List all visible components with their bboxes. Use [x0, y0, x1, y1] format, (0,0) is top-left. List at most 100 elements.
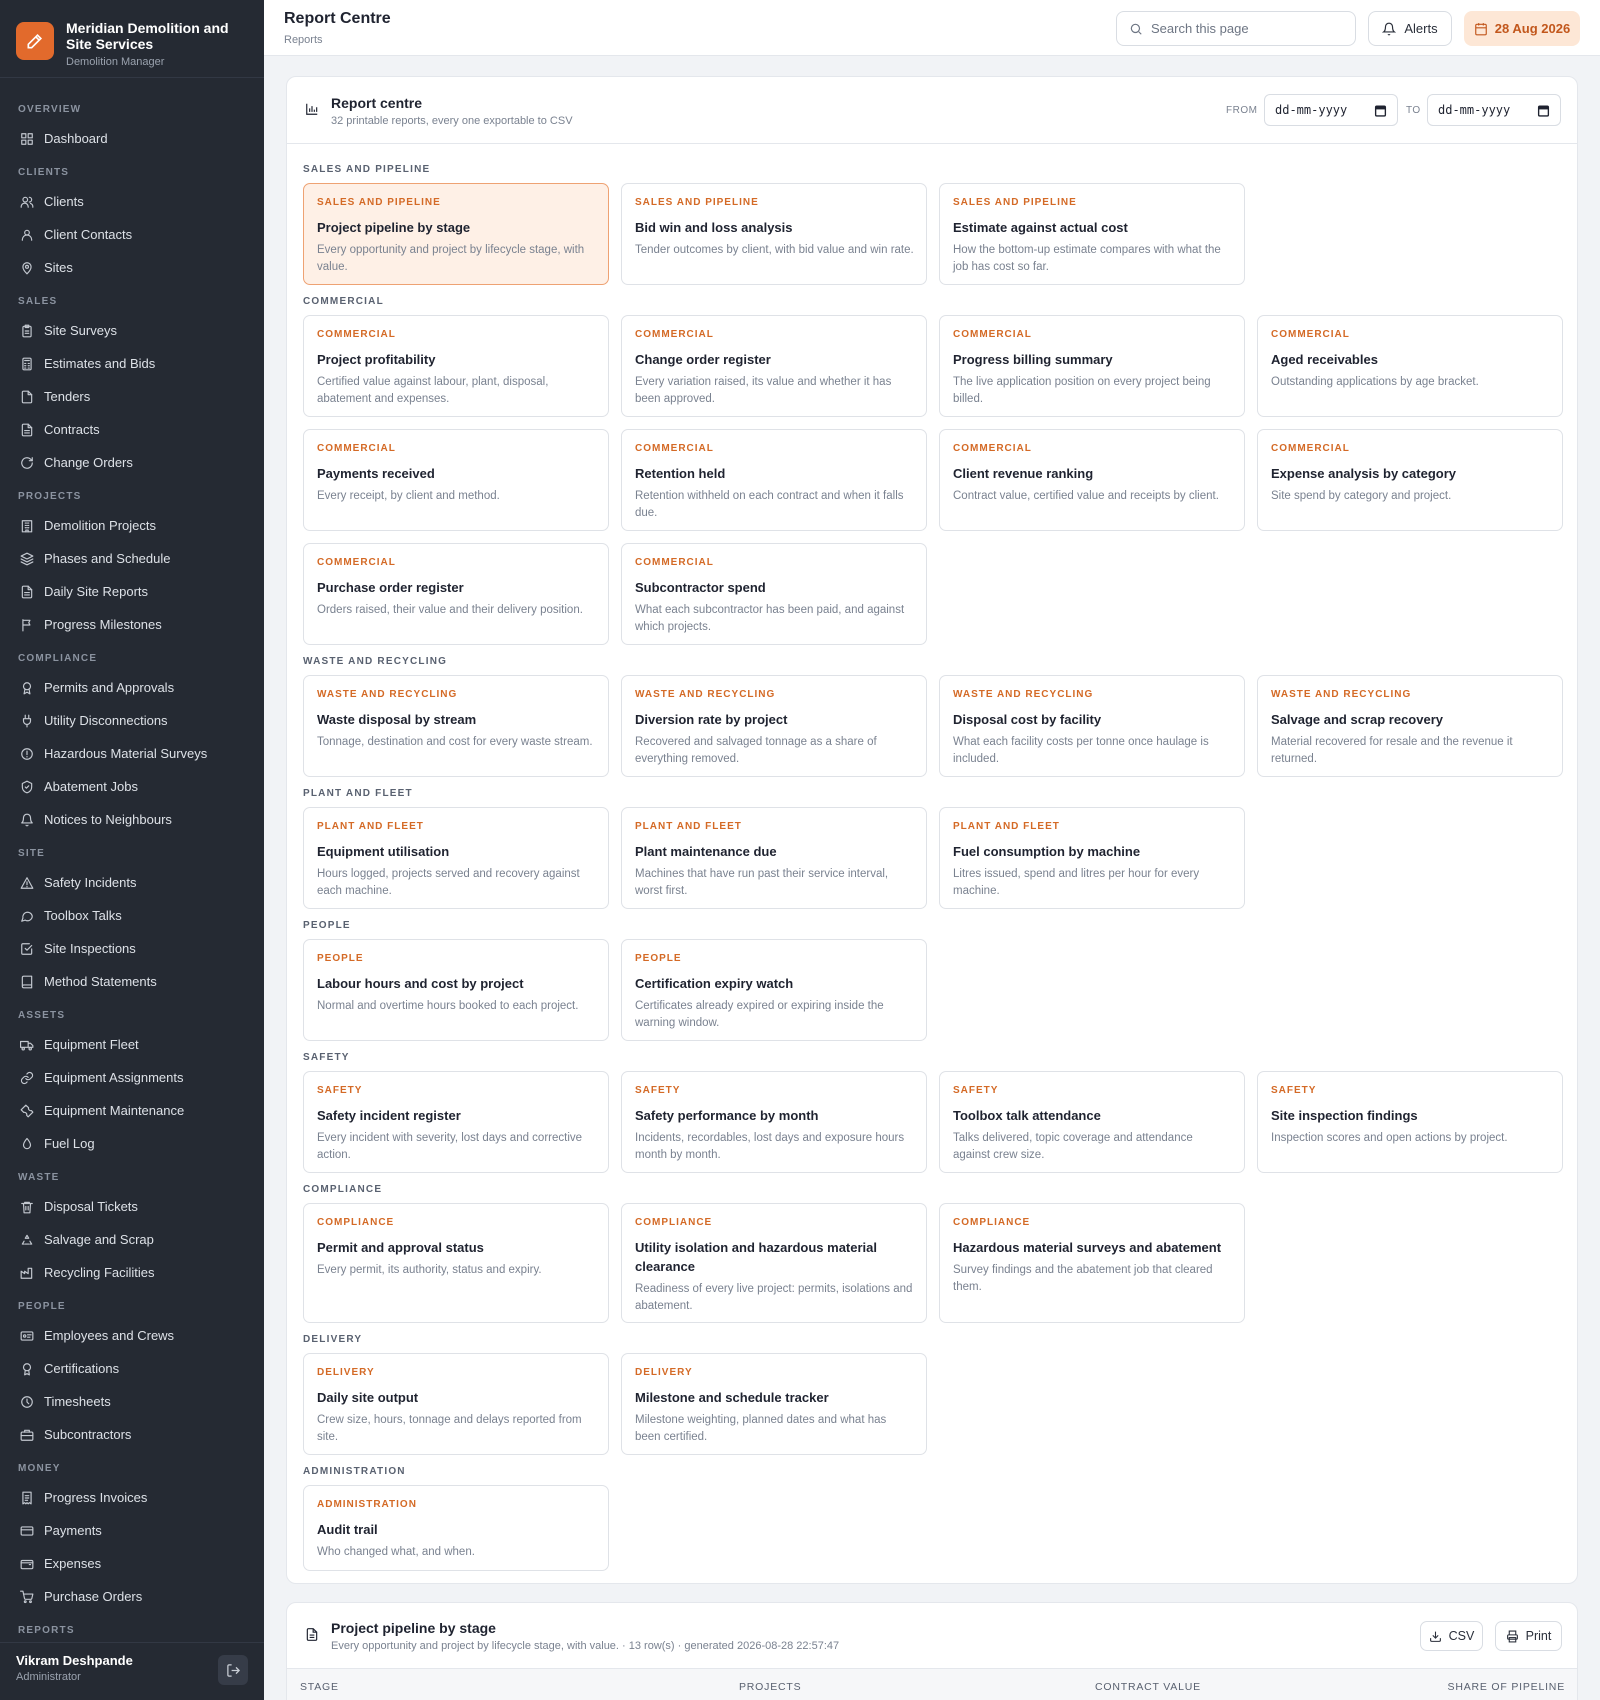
report-card-audit-trail[interactable]: ADMINISTRATION Audit trail Who changed wha… [303, 1485, 609, 1571]
report-card-certification-expiry-watch[interactable]: PEOPLE Certification expiry watch Certific… [621, 939, 927, 1041]
layers-icon [20, 552, 34, 565]
sidebar-item-label: Demolition Projects [44, 518, 156, 533]
sidebar-item-site-surveys[interactable]: Site Surveys [0, 314, 264, 347]
sidebar-item-sites[interactable]: Sites [0, 251, 264, 284]
report-card-permit-and-approval-status[interactable]: COMPLIANCE Permit and approval status Ever… [303, 1203, 609, 1323]
droplet-icon [22, 1137, 32, 1149]
report-card-expense-analysis-by-category[interactable]: COMMERCIAL Expense analysis by category Si… [1257, 429, 1563, 531]
report-card-payments-received[interactable]: COMMERCIAL Payments received Every receipt… [303, 429, 609, 531]
csv-button[interactable]: CSV [1420, 1621, 1483, 1651]
report-card-fuel-consumption-by-machine[interactable]: PLANT AND FLEET Fuel consumption by machi… [939, 807, 1245, 909]
sidebar-item-notices-to-neighbours[interactable]: Notices to Neighbours [0, 803, 264, 836]
sidebar-item-payments[interactable]: Payments [0, 1514, 264, 1547]
report-card-labour-hours-and-cost-by-project[interactable]: PEOPLE Labour hours and cost by project No… [303, 939, 609, 1041]
report-card-aged-receivables[interactable]: COMMERCIAL Aged receivables Outstanding ap… [1257, 315, 1563, 417]
report-section-commercial: COMMERCIAL COMMERCIAL Project profitabilit… [303, 295, 1563, 645]
report-card-site-inspection-findings[interactable]: SAFETY Site inspection findings Inspection… [1257, 1071, 1563, 1173]
sidebar-item-change-orders[interactable]: Change Orders [0, 446, 264, 479]
print-button[interactable]: Print [1495, 1621, 1562, 1651]
sidebar-item-equipment-fleet[interactable]: Equipment Fleet [0, 1028, 264, 1061]
search-input[interactable]: Search this page [1116, 11, 1356, 46]
sidebar-item-equipment-assignments[interactable]: Equipment Assignments [0, 1061, 264, 1094]
sidebar-item-abatement-jobs[interactable]: Abatement Jobs [0, 770, 264, 803]
report-title: Estimate against actual cost [953, 220, 1128, 235]
briefcase-icon [20, 1429, 34, 1441]
sidebar-item-progress-milestones[interactable]: Progress Milestones [0, 608, 264, 641]
calendar-icon[interactable] [1374, 104, 1387, 117]
report-card-plant-maintenance-due[interactable]: PLANT AND FLEET Plant maintenance due Mach… [621, 807, 927, 909]
sidebar-item-clients[interactable]: Clients [0, 185, 264, 218]
report-card-safety-incident-register[interactable]: SAFETY Safety incident register Every inci… [303, 1071, 609, 1173]
sidebar-item-phases-and-schedule[interactable]: Phases and Schedule [0, 542, 264, 575]
report-card-change-order-register[interactable]: COMMERCIAL Change order register Every var… [621, 315, 927, 417]
sidebar-item-safety-incidents[interactable]: Safety Incidents [0, 866, 264, 899]
report-title: Progress billing summary [953, 352, 1113, 367]
sidebar-item-fuel-log[interactable]: Fuel Log [0, 1127, 264, 1160]
breadcrumb[interactable]: Reports [284, 34, 323, 46]
sidebar-item-certifications[interactable]: Certifications [0, 1352, 264, 1385]
report-card-project-profitability[interactable]: COMMERCIAL Project profitability Certified… [303, 315, 609, 417]
sidebar-item-label: Disposal Tickets [44, 1199, 138, 1214]
report-card-utility-isolation-and-hazardous-material-clearance[interactable]: COMPLIANCE Utility isolation and hazardou… [621, 1203, 927, 1323]
file-text-icon [21, 423, 33, 436]
sidebar-item-subcontractors[interactable]: Subcontractors [0, 1418, 264, 1451]
sidebar-item-daily-site-reports[interactable]: Daily Site Reports [0, 575, 264, 608]
report-card-equipment-utilisation[interactable]: PLANT AND FLEET Equipment utilisation Hour… [303, 807, 609, 909]
report-card-safety-performance-by-month[interactable]: SAFETY Safety performance by month Inciden… [621, 1071, 927, 1173]
sidebar-item-hazardous-material-surveys[interactable]: Hazardous Material Surveys [0, 737, 264, 770]
sidebar-item-equipment-maintenance[interactable]: Equipment Maintenance [0, 1094, 264, 1127]
sidebar-item-timesheets[interactable]: Timesheets [0, 1385, 264, 1418]
report-card-salvage-and-scrap-recovery[interactable]: WASTE AND RECYCLING Salvage and scrap rec… [1257, 675, 1563, 777]
sidebar-item-utility-disconnections[interactable]: Utility Disconnections [0, 704, 264, 737]
sidebar-item-progress-invoices[interactable]: Progress Invoices [0, 1481, 264, 1514]
report-card-purchase-order-register[interactable]: COMMERCIAL Purchase order register Orders … [303, 543, 609, 645]
sidebar-item-permits-and-approvals[interactable]: Permits and Approvals [0, 671, 264, 704]
to-date-input[interactable]: dd-mm-yyyy [1427, 94, 1561, 126]
map-pin-icon [22, 261, 32, 274]
calendar-icon[interactable] [1537, 104, 1550, 117]
sidebar-item-client-contacts[interactable]: Client Contacts [0, 218, 264, 251]
sidebar-item-demolition-projects[interactable]: Demolition Projects [0, 509, 264, 542]
report-title: Client revenue ranking [953, 466, 1094, 481]
column-header-share-of-pipeline: SHARE OF PIPELINE [1447, 1681, 1565, 1693]
report-card-retention-held[interactable]: COMMERCIAL Retention held Retention withhe… [621, 429, 927, 531]
sidebar-item-purchase-orders[interactable]: Purchase Orders [0, 1580, 264, 1613]
report-description: Site spend by category and project. [1271, 490, 1452, 502]
sidebar-item-site-inspections[interactable]: Site Inspections [0, 932, 264, 965]
report-card-toolbox-talk-attendance[interactable]: SAFETY Toolbox talk attendance Talks deliv… [939, 1071, 1245, 1173]
report-card-subcontractor-spend[interactable]: COMMERCIAL Subcontractor spend What each s… [621, 543, 927, 645]
sidebar-item-estimates-and-bids[interactable]: Estimates and Bids [0, 347, 264, 380]
brand-logo-icon [16, 22, 54, 60]
date-chip[interactable]: 28 Aug 2026 [1464, 11, 1580, 46]
report-card-waste-disposal-by-stream[interactable]: WASTE AND RECYCLING Waste disposal by str… [303, 675, 609, 777]
report-card-progress-billing-summary[interactable]: COMMERCIAL Progress billing summary The li… [939, 315, 1245, 417]
sidebar-item-toolbox-talks[interactable]: Toolbox Talks [0, 899, 264, 932]
sidebar-item-employees-and-crews[interactable]: Employees and Crews [0, 1319, 264, 1352]
report-card-estimate-against-actual-cost[interactable]: SALES AND PIPELINE Estimate against actua… [939, 183, 1245, 285]
sidebar-item-tenders[interactable]: Tenders [0, 380, 264, 413]
report-category: PLANT AND FLEET [635, 821, 742, 832]
logout-button[interactable] [218, 1655, 248, 1685]
sidebar-item-contracts[interactable]: Contracts [0, 413, 264, 446]
report-description: Every incident with severity, lost days … [317, 1132, 583, 1161]
report-card-daily-site-output[interactable]: DELIVERY Daily site output Crew size, hour… [303, 1353, 609, 1455]
report-card-disposal-cost-by-facility[interactable]: WASTE AND RECYCLING Disposal cost by faci… [939, 675, 1245, 777]
sidebar-item-salvage-and-scrap[interactable]: Salvage and Scrap [0, 1223, 264, 1256]
report-card-project-pipeline-by-stage[interactable]: SALES AND PIPELINE Project pipeline by st… [303, 183, 609, 285]
sidebar-item-recycling-facilities[interactable]: Recycling Facilities [0, 1256, 264, 1289]
report-card-milestone-and-schedule-tracker[interactable]: DELIVERY Milestone and schedule tracker Mi… [621, 1353, 927, 1455]
report-card-bid-win-and-loss-analysis[interactable]: SALES AND PIPELINE Bid win and loss analy… [621, 183, 927, 285]
report-card-hazardous-material-surveys-and-abatement[interactable]: COMPLIANCE Hazardous material surveys and… [939, 1203, 1245, 1323]
sidebar-item-label: Equipment Fleet [44, 1037, 139, 1052]
report-card-diversion-rate-by-project[interactable]: WASTE AND RECYCLING Diversion rate by pro… [621, 675, 927, 777]
nav-group-clients: CLIENTS [18, 167, 70, 178]
report-card-client-revenue-ranking[interactable]: COMMERCIAL Client revenue ranking Contract… [939, 429, 1245, 531]
sidebar-item-dashboard[interactable]: Dashboard [0, 122, 264, 155]
report-category: PLANT AND FLEET [953, 821, 1060, 832]
sidebar-item-expenses[interactable]: Expenses [0, 1547, 264, 1580]
sidebar-item-method-statements[interactable]: Method Statements [0, 965, 264, 998]
alerts-button[interactable]: Alerts [1368, 11, 1452, 46]
from-date-input[interactable]: dd-mm-yyyy [1264, 94, 1398, 126]
sidebar-item-label: Subcontractors [44, 1427, 132, 1442]
sidebar-item-disposal-tickets[interactable]: Disposal Tickets [0, 1190, 264, 1223]
